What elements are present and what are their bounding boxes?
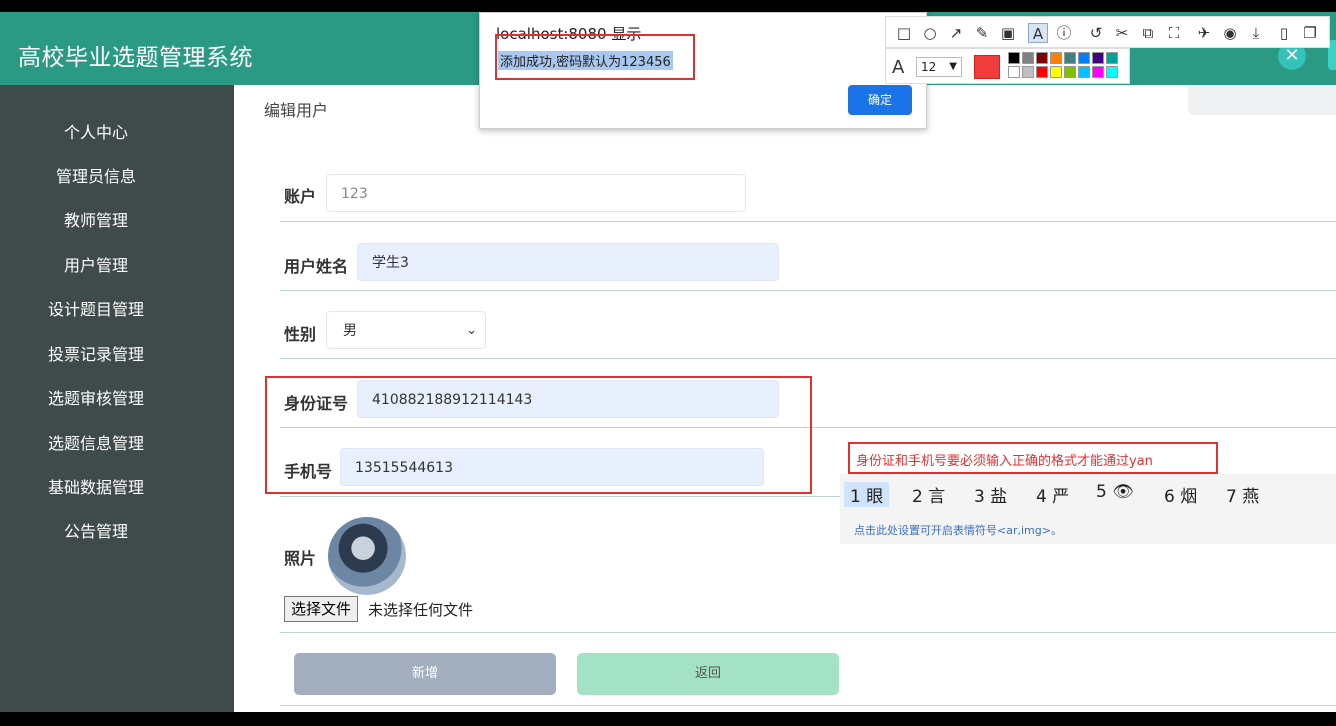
gender-label: 性别 xyxy=(284,325,317,344)
fullscreen-icon[interactable]: ⛶ xyxy=(1164,23,1184,43)
name-label: 用户姓名 xyxy=(284,257,349,276)
row-divider xyxy=(280,632,1336,633)
font-size-value: 12 xyxy=(921,60,937,74)
arrow-icon[interactable]: ↗ xyxy=(946,23,966,43)
color-swatch[interactable] xyxy=(1022,66,1034,78)
annotation-toolbar: □ ○ ↗ ✎ ▣ A ⓘ ↺ ✂ ⧉ ⛶ ✈ ◉ ⤓ ▯ ❐ xyxy=(885,16,1330,48)
ime-candidate[interactable]: 3 盐 xyxy=(974,482,1007,507)
color-swatch[interactable] xyxy=(1036,52,1048,64)
copy-icon[interactable]: ❐ xyxy=(1300,23,1320,43)
color-swatch[interactable] xyxy=(1050,52,1062,64)
font-size-select[interactable]: 12 ▼ xyxy=(916,57,962,77)
ellipse-icon[interactable]: ○ xyxy=(920,23,940,43)
browser-viewport: 高校毕业选题管理系统 ✕ 个人中心 管理员信息 教师管理 用户管理 设计题目管理… xyxy=(0,12,1336,712)
sidebar-item-design-topics[interactable]: 设计题目管理 xyxy=(0,296,192,320)
text-icon[interactable]: A xyxy=(1028,23,1048,43)
row-divider xyxy=(280,358,1336,359)
color-swatch[interactable] xyxy=(1050,66,1062,78)
rect-icon[interactable]: □ xyxy=(894,23,914,43)
color-swatch[interactable] xyxy=(1008,66,1020,78)
pin2-icon[interactable]: ✈ xyxy=(1194,23,1214,43)
color-swatch[interactable] xyxy=(1064,66,1076,78)
avatar xyxy=(328,517,406,595)
sidebar-item-notices[interactable]: 公告管理 xyxy=(0,518,192,542)
ime-candidate[interactable]: 2 言 xyxy=(912,482,945,507)
gender-value: 男 xyxy=(343,323,357,339)
app-title: 高校毕业选题管理系统 xyxy=(18,45,253,71)
color-swatch[interactable] xyxy=(1106,52,1118,64)
gender-select[interactable]: 男 ⌄ xyxy=(326,311,486,349)
sidebar-item-personal-center[interactable]: 个人中心 xyxy=(0,119,192,143)
ime-candidate[interactable]: 7 燕 xyxy=(1226,482,1259,507)
account-field[interactable]: 123 xyxy=(326,174,746,212)
annotation-rect xyxy=(265,376,812,494)
ocr-icon[interactable]: ⧉ xyxy=(1138,23,1158,43)
sidebar-item-topic-info[interactable]: 选题信息管理 xyxy=(0,430,192,454)
alert-ok-button[interactable]: 确定 xyxy=(848,85,912,115)
sidebar-item-admin-info[interactable]: 管理员信息 xyxy=(0,163,192,187)
add-button[interactable]: 新增 xyxy=(294,653,556,695)
pen-icon[interactable]: ✎ xyxy=(972,23,992,43)
sidebar-item-users[interactable]: 用户管理 xyxy=(0,252,192,276)
color-swatch[interactable] xyxy=(1092,66,1104,78)
breadcrumb-area xyxy=(1188,85,1336,115)
current-color-swatch[interactable] xyxy=(974,55,1000,79)
ime-candidate[interactable]: 6 烟 xyxy=(1164,482,1197,507)
ime-composition-box[interactable]: 身份证和手机号要必须输入正确的格式才能通过yan xyxy=(848,442,1218,474)
color-swatch[interactable] xyxy=(1106,66,1118,78)
chevron-down-icon: ▼ xyxy=(949,61,957,72)
ime-candidate[interactable]: 1 眼 xyxy=(844,482,890,507)
row-divider xyxy=(280,705,1336,706)
pin-icon[interactable]: ✂ xyxy=(1112,23,1132,43)
file-status: 未选择任何文件 xyxy=(368,601,474,619)
text-style-bar: A 12 ▼ xyxy=(885,48,1130,84)
sidebar-item-teachers[interactable]: 教师管理 xyxy=(0,207,192,231)
color-swatch[interactable] xyxy=(1008,52,1020,64)
save-icon[interactable]: ▯ xyxy=(1274,23,1294,43)
record-icon[interactable]: ◉ xyxy=(1220,23,1240,43)
sidebar-item-basic-data[interactable]: 基础数据管理 xyxy=(0,474,192,498)
sidebar: 个人中心 管理员信息 教师管理 用户管理 设计题目管理 投票记录管理 选题审核管… xyxy=(0,85,234,712)
sidebar-item-vote-records[interactable]: 投票记录管理 xyxy=(0,341,192,365)
color-swatch[interactable] xyxy=(1036,66,1048,78)
ime-composing-text: 身份证和手机号要必须输入正确的格式才能通过yan xyxy=(856,454,1153,469)
download-icon[interactable]: ⤓ xyxy=(1246,23,1266,43)
color-swatch[interactable] xyxy=(1078,66,1090,78)
mosaic-icon[interactable]: ▣ xyxy=(998,23,1018,43)
row-divider xyxy=(280,290,1336,291)
color-swatch[interactable] xyxy=(1022,52,1034,64)
annotation-rect xyxy=(495,34,695,80)
color-swatch[interactable] xyxy=(1064,52,1076,64)
ime-hint[interactable]: 点击此处设置可开启表情符号<ar,img>。 xyxy=(854,522,1062,538)
font-icon: A xyxy=(892,57,905,78)
undo-icon[interactable]: ↺ xyxy=(1086,23,1106,43)
ime-candidate[interactable]: 5 👁 xyxy=(1096,482,1134,502)
number-icon[interactable]: ⓘ xyxy=(1054,23,1074,43)
color-swatch[interactable] xyxy=(1092,52,1104,64)
page-title: 编辑用户 xyxy=(264,101,329,120)
ime-candidate-panel: 1 眼 2 言 3 盐 4 严 5 👁 6 烟 7 燕 点击此处设置可开启表情符… xyxy=(840,474,1336,544)
back-button[interactable]: 返回 xyxy=(577,653,839,695)
chevron-down-icon: ⌄ xyxy=(466,323,477,338)
row-divider xyxy=(280,221,1336,222)
ime-candidate[interactable]: 4 严 xyxy=(1036,482,1069,507)
name-field[interactable]: 学生3 xyxy=(357,243,779,281)
choose-file-button[interactable]: 选择文件 xyxy=(284,596,359,622)
sidebar-item-topic-review[interactable]: 选题审核管理 xyxy=(0,385,192,409)
color-swatch[interactable] xyxy=(1078,52,1090,64)
photo-label: 照片 xyxy=(284,549,317,568)
account-label: 账户 xyxy=(284,187,317,206)
